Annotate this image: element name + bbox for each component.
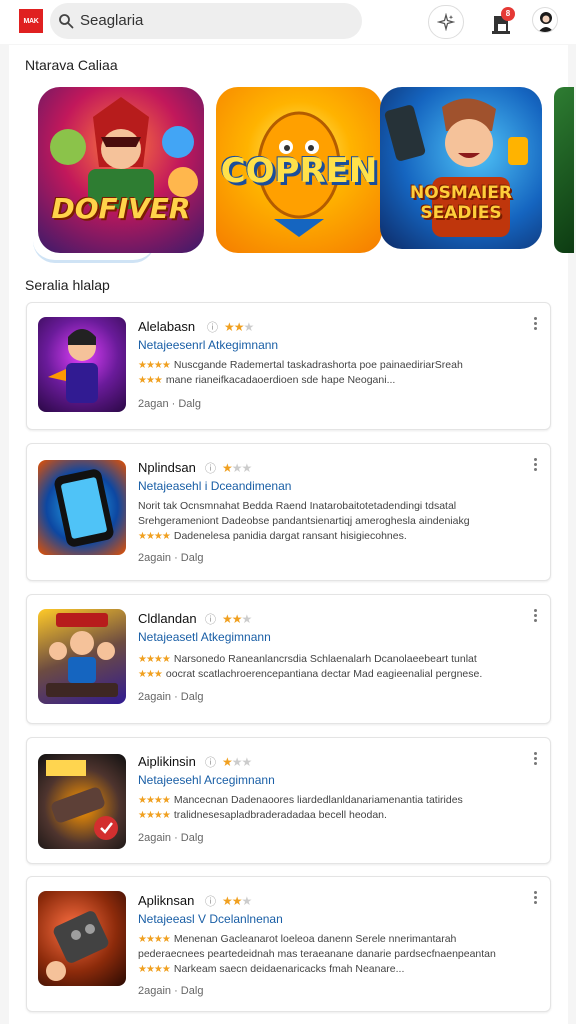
app-meta: 2again · Dalg <box>138 832 204 844</box>
sparkle-button[interactable] <box>428 5 464 39</box>
rating-stars: ⓘ ★★★ <box>205 755 252 769</box>
app-icon <box>38 317 126 412</box>
description-line: ★★★★ Menenan Gacleanarot loeleoa danenn S… <box>138 933 457 945</box>
description-line: ★★★ mane rianeifkacadaoerdioen sde hape N… <box>138 374 396 386</box>
app-subtitle[interactable]: Netajeesenrl Atkegimnann <box>138 338 278 352</box>
hero-character-icon <box>50 97 198 209</box>
app-title: Cldlandan <box>138 611 197 626</box>
description-line: Norit tak Ocnsmnahat Bedda Raend Inataro… <box>138 500 457 512</box>
info-icon: ⓘ <box>205 896 216 908</box>
content-panel: Ntarava Caliaa DOFIVER COPREN NOSMAIER S… <box>9 45 574 1024</box>
rating-stars: ⓘ ★★★ <box>205 612 252 626</box>
list-item[interactable]: Alelabasn ⓘ ★★★ Netajeesenrl Atkegimnann … <box>26 302 551 430</box>
phone-icon <box>54 469 114 547</box>
featured-tile[interactable]: DOFIVER <box>38 87 204 253</box>
description-line: ★★★★ Dadenelesa panidia dargat ransant hi… <box>138 530 407 542</box>
profile-avatar-icon <box>538 12 554 32</box>
app-icon <box>38 460 126 555</box>
rating-stars: ⓘ ★★★ <box>205 461 252 475</box>
description-line: ★★★★ Narkeam saecn deidaenaricacks fmah N… <box>138 963 405 975</box>
app-title: Apliknsan <box>138 893 195 908</box>
more-options-icon[interactable] <box>530 458 540 474</box>
info-icon: ⓘ <box>205 614 216 626</box>
warrior-icon <box>48 329 98 403</box>
app-icon <box>38 609 126 704</box>
featured-tile[interactable]: NOSMAIER SEADIES <box>380 87 542 249</box>
more-options-icon[interactable] <box>530 891 540 907</box>
more-options-icon[interactable] <box>530 317 540 333</box>
search-bar[interactable]: Seaglaria <box>50 3 362 39</box>
app-title: Alelabasn <box>138 319 196 334</box>
app-title: Aiplikinsin <box>138 754 196 769</box>
search-input[interactable]: Seaglaria <box>80 12 143 29</box>
more-options-icon[interactable] <box>530 609 540 625</box>
app-subtitle[interactable]: Netajeeasl V Dcelanlnenan <box>138 912 283 926</box>
boy-character-icon <box>384 98 528 237</box>
featured-tile-label: DOFIVER <box>51 192 191 225</box>
top-bar: MAK Seaglaria 8 <box>0 0 576 44</box>
blaster-icon <box>46 760 118 840</box>
app-subtitle[interactable]: Netajeasehl i Dceandimenan <box>138 479 291 493</box>
list-item[interactable]: Apliknsan ⓘ ★★★ Netajeeasl V Dcelanlnenan… <box>26 876 551 1012</box>
featured-tile-label: COPREN <box>220 151 378 191</box>
description-line: ★★★★ tralidnesesapladbraderadadaa becell … <box>138 809 387 821</box>
rating-stars: ⓘ ★★★ <box>205 894 252 908</box>
avatar[interactable] <box>532 7 558 33</box>
app-meta: 2again · Dalg <box>138 691 204 703</box>
description-line: ★★★ oocrat scatlachroerencepantiana decta… <box>138 668 483 680</box>
app-icon <box>38 891 126 986</box>
app-subtitle[interactable]: Netajeesehl Arcegimnann <box>138 773 275 787</box>
gadget-icon <box>46 911 109 981</box>
app-title: Nplindsan <box>138 460 196 475</box>
rating-stars: ⓘ ★★★ <box>207 320 254 334</box>
list-section-title: Seralia hlalap <box>25 277 110 293</box>
list-item[interactable]: Nplindsan ⓘ ★★★ Netajeasehl i Dceandimena… <box>26 443 551 581</box>
featured-section-title: Ntarava Caliaa <box>25 57 118 73</box>
featured-tile-label: NOSMAIER SEADIES <box>409 183 513 223</box>
search-icon <box>59 14 74 29</box>
app-subtitle[interactable]: Netajeasetl Atkegimnann <box>138 630 271 644</box>
description-line: pederaecnees peartedeidnah mas teraeanan… <box>138 948 496 960</box>
description-line: ★★★★ Narsonedo Raneanlancrsdia Schlaenala… <box>138 653 477 665</box>
app-logo[interactable]: MAK <box>19 9 43 33</box>
list-item[interactable]: Aiplikinsin ⓘ ★★★ Netajeesehl Arcegimnann… <box>26 737 551 864</box>
app-icon <box>38 754 126 849</box>
info-icon: ⓘ <box>207 322 218 334</box>
more-options-icon[interactable] <box>530 752 540 768</box>
description-line: ★★★★ Mancecnan Dadenaoores liardedlanldan… <box>138 794 463 806</box>
app-meta: 2again · Dalg <box>138 985 204 997</box>
list-item[interactable]: Cldlandan ⓘ ★★★ Netajeasetl Atkegimnann ★… <box>26 594 551 724</box>
info-icon: ⓘ <box>205 463 216 475</box>
notification-badge: 8 <box>501 7 515 21</box>
description-line: ★★★★ Nuscgande Rademertal taskadrashorta … <box>138 359 463 371</box>
app-meta: 2again · Dalg <box>138 552 204 564</box>
description-line: Srehgerameniont Dadeobse pandantsienarti… <box>138 515 470 527</box>
app-meta: 2agan · Dalg <box>138 398 201 410</box>
hero-group-icon <box>46 613 118 697</box>
info-icon: ⓘ <box>205 757 216 769</box>
featured-tile[interactable]: COPREN <box>216 87 382 253</box>
featured-tile-partial[interactable] <box>554 87 574 253</box>
sparkle-icon <box>437 13 455 31</box>
